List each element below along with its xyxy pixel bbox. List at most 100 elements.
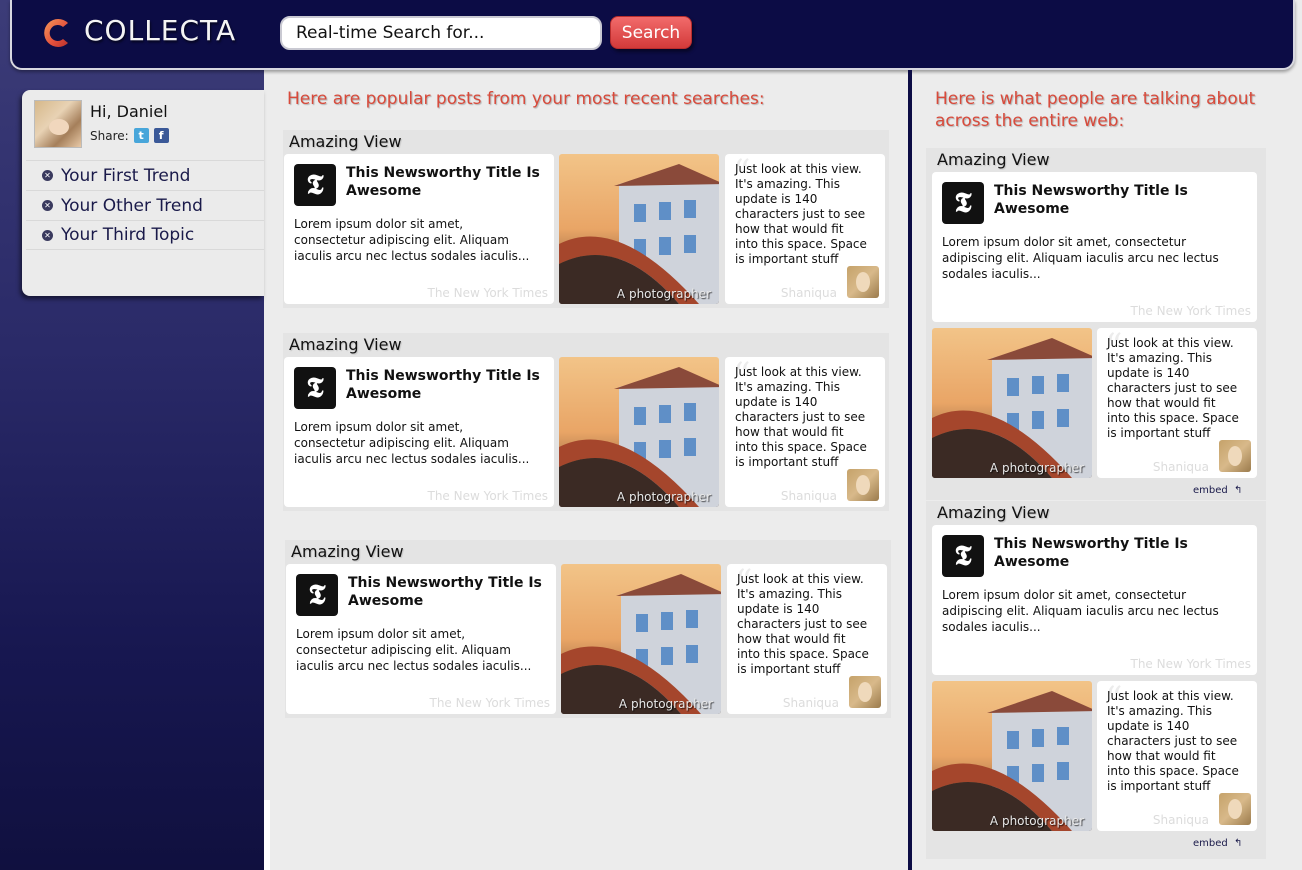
quote-card[interactable]: “ Just look at this view. It's amazing. … — [725, 355, 885, 507]
news-card[interactable]: 𝕿 This Newsworthy Title Is Awesome Lorem… — [932, 172, 1257, 322]
news-card[interactable]: 𝕿 This Newsworthy Title Is Awesome Lorem… — [284, 154, 554, 304]
quote-line: into this space. Space — [1107, 411, 1239, 425]
collecta-logo-text[interactable]: COLLECTA — [84, 14, 236, 47]
embed-arrow-icon: ↰ — [1233, 838, 1243, 849]
quote-author[interactable]: Shaniqua — [783, 696, 839, 710]
news-title[interactable]: This Newsworthy Title Is Awesome — [346, 164, 551, 200]
trend-item[interactable]: ✕ Your Third Topic — [26, 220, 264, 250]
quote-line: Just look at this view. — [735, 365, 862, 379]
news-body-line: iaculis arcu nec lectus sodales iaculis.… — [294, 452, 530, 466]
photo-card[interactable]: A photographer — [559, 154, 719, 304]
news-body: Lorem ipsum dolor sit amet, consectetur … — [294, 216, 529, 264]
search-button[interactable]: Search — [610, 16, 692, 49]
photo-caption: A photographer — [616, 490, 711, 504]
embed-label[interactable]: embed — [1193, 485, 1228, 496]
quote-card[interactable]: “ Just look at this view. It's amazing. … — [1097, 326, 1257, 478]
quote-line: into this space. Space — [1107, 764, 1239, 778]
news-source[interactable]: The New York Times — [1130, 657, 1251, 671]
news-title[interactable]: This Newsworthy Title Is Awesome — [346, 367, 551, 403]
nyt-logo-icon: 𝕿 — [942, 182, 984, 224]
author-avatar[interactable] — [1219, 793, 1251, 825]
news-source[interactable]: The New York Times — [1130, 304, 1251, 318]
twitter-icon[interactable]: t — [133, 128, 149, 143]
side-heading: Here is what people are talking about ac… — [935, 88, 1255, 132]
embed-link[interactable]: embed ↰ — [1193, 485, 1242, 496]
quote-author[interactable]: Shaniqua — [781, 489, 837, 503]
news-card[interactable]: 𝕿 This Newsworthy Title Is Awesome Lorem… — [932, 525, 1257, 675]
quote-author[interactable]: Shaniqua — [1153, 460, 1209, 474]
quote-line: update is 140 — [737, 602, 820, 616]
column-divider — [908, 70, 912, 870]
embed-link[interactable]: embed ↰ — [1193, 838, 1242, 849]
quote-author[interactable]: Shaniqua — [781, 286, 837, 300]
news-title-line: This Newsworthy Title Is — [994, 536, 1188, 552]
greeting: Hi, Daniel — [90, 102, 168, 121]
author-avatar[interactable] — [847, 469, 879, 501]
news-body: Lorem ipsum dolor sit amet, consectetur … — [294, 419, 529, 467]
quote-card[interactable]: “ Just look at this view. It's amazing. … — [725, 152, 885, 304]
nyt-logo-icon: 𝕿 — [294, 164, 336, 206]
quote-line: update is 140 — [735, 395, 818, 409]
news-title-line: Awesome — [994, 201, 1070, 217]
quote-line: update is 140 — [735, 192, 818, 206]
news-title[interactable]: This Newsworthy Title Is Awesome — [348, 574, 553, 610]
side-heading-line: across the entire web: — [935, 111, 1125, 131]
remove-trend-icon[interactable]: ✕ — [42, 200, 53, 211]
news-title[interactable]: This Newsworthy Title Is Awesome — [994, 182, 1199, 218]
news-body-line: sodales iaculis... — [942, 620, 1041, 634]
news-body-line: adipiscing elit. Aliquam iaculis arcu ne… — [942, 604, 1219, 618]
photo-card[interactable]: A photographer — [932, 681, 1092, 831]
news-body: Lorem ipsum dolor sit amet, consectetur … — [942, 587, 1219, 635]
news-source[interactable]: The New York Times — [427, 489, 548, 503]
facebook-icon[interactable]: f — [153, 128, 169, 143]
photo-card[interactable]: A photographer — [932, 328, 1092, 478]
quote-line: update is 140 — [1107, 366, 1190, 380]
remove-trend-icon[interactable]: ✕ — [42, 229, 53, 241]
news-card[interactable]: 𝕿 This Newsworthy Title Is Awesome Lorem… — [286, 564, 556, 714]
news-source[interactable]: The New York Times — [429, 696, 550, 710]
photo-card[interactable]: A photographer — [559, 357, 719, 507]
news-title-line: Awesome — [346, 183, 422, 199]
sidebar-notch — [264, 800, 270, 870]
quote-line: update is 140 — [1107, 719, 1190, 733]
quote-card[interactable]: “ Just look at this view. It's amazing. … — [1097, 679, 1257, 831]
embed-arrow-icon: ↰ — [1233, 485, 1243, 496]
quote-line: It's amazing. This — [1107, 704, 1213, 718]
nyt-logo-icon: 𝕿 — [942, 535, 984, 577]
trend-label[interactable]: Your Third Topic — [61, 225, 194, 245]
news-source[interactable]: The New York Times — [427, 286, 548, 300]
news-card[interactable]: 𝕿 This Newsworthy Title Is Awesome Lorem… — [284, 357, 554, 507]
news-title-line: Awesome — [994, 554, 1070, 570]
author-avatar[interactable] — [849, 676, 881, 708]
author-avatar[interactable] — [1219, 440, 1251, 472]
quote-text: Just look at this view. It's amazing. Th… — [735, 162, 867, 267]
collecta-logo-icon[interactable] — [42, 16, 72, 50]
building-photo — [559, 154, 719, 304]
news-body-line: Lorem ipsum dolor sit amet, — [294, 217, 464, 231]
share-row: Share: t f — [90, 128, 169, 143]
avatar[interactable] — [34, 100, 82, 148]
quote-line: into this space. Space — [735, 237, 867, 251]
news-body-line: Lorem ipsum dolor sit amet, — [296, 627, 466, 641]
news-title-line: Awesome — [348, 593, 424, 609]
trend-item[interactable]: ✕ Your Other Trend — [26, 190, 264, 220]
nyt-logo-icon: 𝕿 — [296, 574, 338, 616]
embed-label[interactable]: embed — [1193, 838, 1228, 849]
trend-item[interactable]: ✕ Your First Trend — [26, 160, 264, 190]
news-body-line: iaculis arcu nec lectus sodales iaculis.… — [294, 249, 530, 263]
quote-card[interactable]: “ Just look at this view. It's amazing. … — [727, 562, 887, 714]
quote-line: characters just to see — [735, 207, 866, 221]
post-group: Amazing View 𝕿 This Newsworthy Title Is … — [926, 148, 1266, 500]
quote-line: into this space. Space — [737, 647, 869, 661]
trend-label[interactable]: Your First Trend — [61, 166, 190, 186]
search-input[interactable] — [280, 16, 602, 50]
news-body-line: Lorem ipsum dolor sit amet, — [294, 420, 464, 434]
remove-trend-icon[interactable]: ✕ — [42, 170, 53, 181]
share-label: Share: — [90, 128, 129, 143]
quote-author[interactable]: Shaniqua — [1153, 813, 1209, 827]
photo-card[interactable]: A photographer — [561, 564, 721, 714]
news-title[interactable]: This Newsworthy Title Is Awesome — [994, 535, 1199, 571]
author-avatar[interactable] — [847, 266, 879, 298]
quote-line: is important stuff — [735, 252, 839, 266]
trend-label[interactable]: Your Other Trend — [61, 196, 203, 216]
